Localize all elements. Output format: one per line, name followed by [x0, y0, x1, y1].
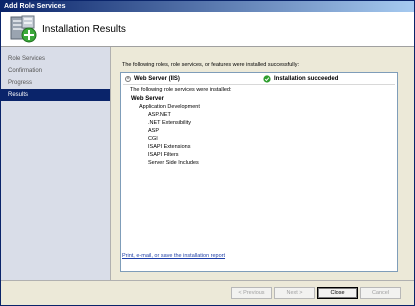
installation-report-link[interactable]: Print, e-mail, or save the installation …: [122, 253, 225, 259]
list-item: ISAPI Extensions: [148, 144, 191, 150]
intro-text: The following roles, role services, or f…: [122, 62, 299, 68]
collapse-button[interactable]: ^: [125, 76, 131, 83]
results-content: The following roles, role services, or f…: [111, 47, 414, 280]
list-item: Server Side Includes: [148, 160, 199, 166]
wizard-nav: Role Services Confirmation Progress Resu…: [1, 47, 111, 280]
status-text: Installation succeeded: [274, 76, 339, 82]
add-role-services-window: Add Role Services Installation Results R…: [0, 0, 415, 306]
close-button[interactable]: Close: [317, 287, 358, 299]
page-title: Installation Results: [42, 24, 126, 35]
next-button[interactable]: Next >: [274, 287, 315, 299]
installed-services-text: The following role services were install…: [130, 87, 232, 93]
installed-services-list: Web Server Application Development ASP.N…: [131, 95, 200, 167]
list-item: Web Server: [131, 96, 164, 102]
previous-button[interactable]: < Previous: [231, 287, 272, 299]
list-item: ISAPI Filters: [148, 152, 179, 158]
check-circle-icon: [263, 75, 271, 83]
nav-item-progress[interactable]: Progress: [1, 77, 110, 89]
list-item: .NET Extensibility: [148, 120, 191, 126]
nav-item-role-services[interactable]: Role Services: [1, 53, 110, 65]
server-add-icon: [10, 15, 37, 43]
role-name: Web Server (IIS): [134, 76, 180, 82]
nav-item-results[interactable]: Results: [1, 89, 110, 101]
list-item: CGI: [148, 136, 158, 142]
window-title: Add Role Services: [1, 1, 414, 12]
wizard-footer: < Previous Next > Close Cancel: [1, 280, 414, 305]
list-item: Application Development: [139, 104, 200, 110]
results-panel: ^ Web Server (IIS) Installation succeede…: [120, 72, 398, 272]
cancel-button[interactable]: Cancel: [360, 287, 401, 299]
role-result-header: ^ Web Server (IIS) Installation succeede…: [123, 75, 395, 85]
wizard-header: Installation Results: [1, 12, 414, 47]
nav-item-confirmation[interactable]: Confirmation: [1, 65, 110, 77]
list-item: ASP: [148, 128, 160, 134]
list-item: ASP.NET: [148, 112, 171, 118]
